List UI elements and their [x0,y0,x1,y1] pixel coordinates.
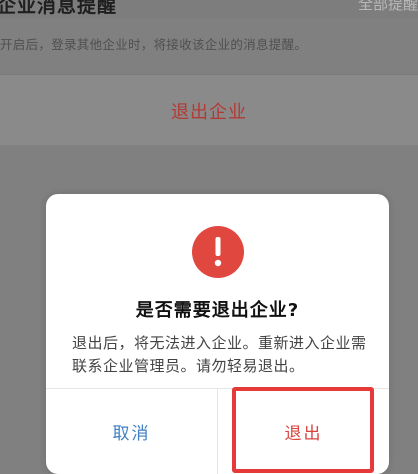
cancel-button[interactable]: 取消 [46,389,217,474]
exclamation-icon [192,226,244,278]
exit-button[interactable]: 退出 [218,389,389,474]
background-title: 企业消息提醒 [0,0,118,17]
background-exit-link: 退出企业 [171,102,247,123]
background-header: 企业消息提醒 全部提醒 [0,0,418,18]
dialog-title: 是否需要退出企业? [135,300,300,321]
exit-confirm-dialog: 是否需要退出企业? 退出后，将无法进入企业。重新进入企业需联系企业管理员。请勿轻… [46,194,389,474]
background-description: 开启后，登录其他企业时，将接收该企业的消息提醒。 [0,37,308,52]
dialog-message: 退出后，将无法进入企业。重新进入企业需联系企业管理员。请勿轻易退出。 [72,334,367,375]
background-right-label: 全部提醒 [357,0,418,13]
